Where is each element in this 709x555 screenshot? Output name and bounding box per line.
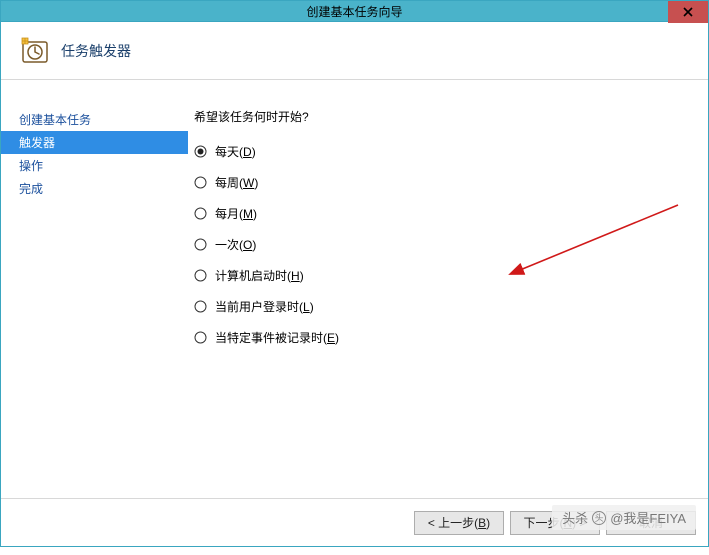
radio-daily[interactable]: 每天(D) [194, 143, 708, 160]
sidebar-item-action[interactable]: 操作 [1, 154, 188, 177]
task-scheduler-icon [19, 36, 51, 66]
wizard-window: 创建基本任务向导 任务触发器 创建基本任务 触发器 操作 完成 希望 [0, 0, 709, 547]
radio-icon [194, 269, 207, 282]
radio-at-logon[interactable]: 当前用户登录时(L) [194, 298, 708, 315]
watermark-prefix: 头杀 [562, 508, 588, 527]
wizard-header: 任务触发器 [1, 22, 708, 80]
close-icon [683, 7, 693, 17]
radio-at-startup[interactable]: 计算机启动时(H) [194, 267, 708, 284]
trigger-prompt: 希望该任务何时开始? [194, 108, 708, 125]
titlebar: 创建基本任务向导 [1, 0, 708, 22]
radio-weekly[interactable]: 每周(W) [194, 174, 708, 191]
wizard-main: 希望该任务何时开始? 每天(D) 每周(W) 每月(M) [188, 80, 708, 498]
watermark-icon: 头 [592, 511, 606, 525]
close-button[interactable] [668, 1, 708, 23]
back-button[interactable]: < 上一步(B) [414, 511, 504, 535]
radio-icon [194, 238, 207, 251]
wizard-body: 创建基本任务 触发器 操作 完成 希望该任务何时开始? 每天(D) 每周(W) [1, 80, 708, 498]
watermark: 头杀 头 @我是FEIYA [552, 505, 696, 530]
sidebar-item-create-task[interactable]: 创建基本任务 [1, 108, 188, 131]
radio-once[interactable]: 一次(O) [194, 236, 708, 253]
radio-on-event[interactable]: 当特定事件被记录时(E) [194, 329, 708, 346]
radio-icon [194, 207, 207, 220]
wizard-steps-sidebar: 创建基本任务 触发器 操作 完成 [1, 80, 188, 498]
window-title: 创建基本任务向导 [306, 3, 402, 20]
radio-icon [194, 176, 207, 189]
radio-icon [194, 331, 207, 344]
sidebar-item-trigger[interactable]: 触发器 [1, 131, 188, 154]
radio-icon [194, 300, 207, 313]
radio-monthly[interactable]: 每月(M) [194, 205, 708, 222]
page-title: 任务触发器 [61, 41, 131, 61]
watermark-text: @我是FEIYA [610, 508, 686, 527]
radio-icon [194, 145, 207, 158]
sidebar-item-finish[interactable]: 完成 [1, 177, 188, 200]
